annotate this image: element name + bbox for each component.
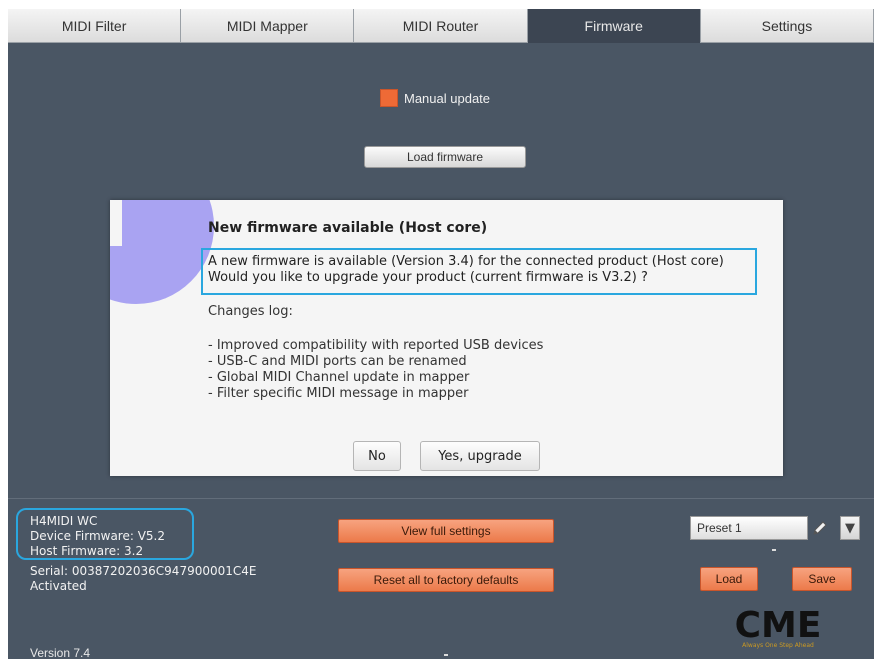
yes-upgrade-button[interactable]: Yes, upgrade bbox=[420, 441, 540, 471]
logo-text: CME bbox=[735, 605, 822, 646]
firmware-update-dialog: New firmware available (Host core) A new… bbox=[110, 200, 783, 476]
activation-status: Activated bbox=[30, 579, 87, 593]
save-preset-button[interactable]: Save bbox=[792, 567, 852, 591]
info-icon-stem bbox=[110, 200, 122, 246]
tab-midi-filter[interactable]: MIDI Filter bbox=[8, 9, 182, 43]
reset-factory-defaults-button[interactable]: Reset all to factory defaults bbox=[338, 568, 554, 592]
dialog-message-line-2: Would you like to upgrade your product (… bbox=[208, 270, 648, 285]
no-button[interactable]: No bbox=[353, 441, 401, 471]
tab-bar: MIDI Filter MIDI Mapper MIDI Router Firm… bbox=[8, 9, 874, 43]
changes-log-list: - Improved compatibility with reported U… bbox=[208, 338, 543, 402]
tab-firmware[interactable]: Firmware bbox=[527, 9, 701, 43]
dialog-message-line-1: A new firmware is available (Version 3.4… bbox=[208, 254, 724, 269]
device-info: H4MIDI WC Device Firmware: V5.2 Host Fir… bbox=[30, 514, 165, 559]
preset-select[interactable]: Preset 1 bbox=[690, 516, 808, 540]
app-window: MIDI Filter MIDI Mapper MIDI Router Firm… bbox=[8, 9, 874, 660]
manual-update-option[interactable]: Manual update bbox=[380, 89, 490, 107]
dialog-message: A new firmware is available (Version 3.4… bbox=[208, 254, 724, 286]
device-status: Serial: 00387202036C947900001C4E Activat… bbox=[30, 564, 256, 594]
footer-divider bbox=[8, 498, 874, 499]
manual-update-checkbox[interactable] bbox=[380, 89, 398, 107]
host-firmware: Host Firmware: 3.2 bbox=[30, 544, 144, 558]
app-version: Version 7.4 bbox=[30, 646, 91, 660]
tab-settings[interactable]: Settings bbox=[700, 9, 874, 43]
tab-midi-mapper[interactable]: MIDI Mapper bbox=[181, 9, 355, 43]
changes-log-title: Changes log: bbox=[208, 304, 293, 319]
chevron-down-icon[interactable]: ▼ bbox=[840, 516, 860, 540]
view-full-settings-button[interactable]: View full settings bbox=[338, 519, 554, 543]
changes-log-item: - Filter specific MIDI message in mapper bbox=[208, 386, 469, 401]
load-firmware-button[interactable]: Load firmware bbox=[364, 146, 526, 168]
device-name: H4MIDI WC bbox=[30, 514, 98, 528]
changes-log-item: - Improved compatibility with reported U… bbox=[208, 338, 544, 353]
divider-mark bbox=[772, 549, 776, 551]
info-icon bbox=[110, 200, 214, 304]
load-preset-button[interactable]: Load bbox=[700, 567, 758, 591]
divider-mark bbox=[444, 654, 448, 656]
manual-update-label: Manual update bbox=[404, 90, 491, 106]
cme-logo: CME Always One Step Ahead bbox=[708, 605, 848, 649]
changes-log-item: - USB-C and MIDI ports can be renamed bbox=[208, 354, 467, 369]
changes-log-item: - Global MIDI Channel update in mapper bbox=[208, 370, 470, 385]
device-firmware: Device Firmware: V5.2 bbox=[30, 529, 165, 543]
device-serial: Serial: 00387202036C947900001C4E bbox=[30, 564, 257, 578]
logo-tagline: Always One Step Ahead bbox=[742, 642, 814, 649]
dialog-title: New firmware available (Host core) bbox=[208, 220, 488, 236]
pencil-icon[interactable] bbox=[808, 516, 832, 540]
tab-midi-router[interactable]: MIDI Router bbox=[354, 9, 528, 43]
